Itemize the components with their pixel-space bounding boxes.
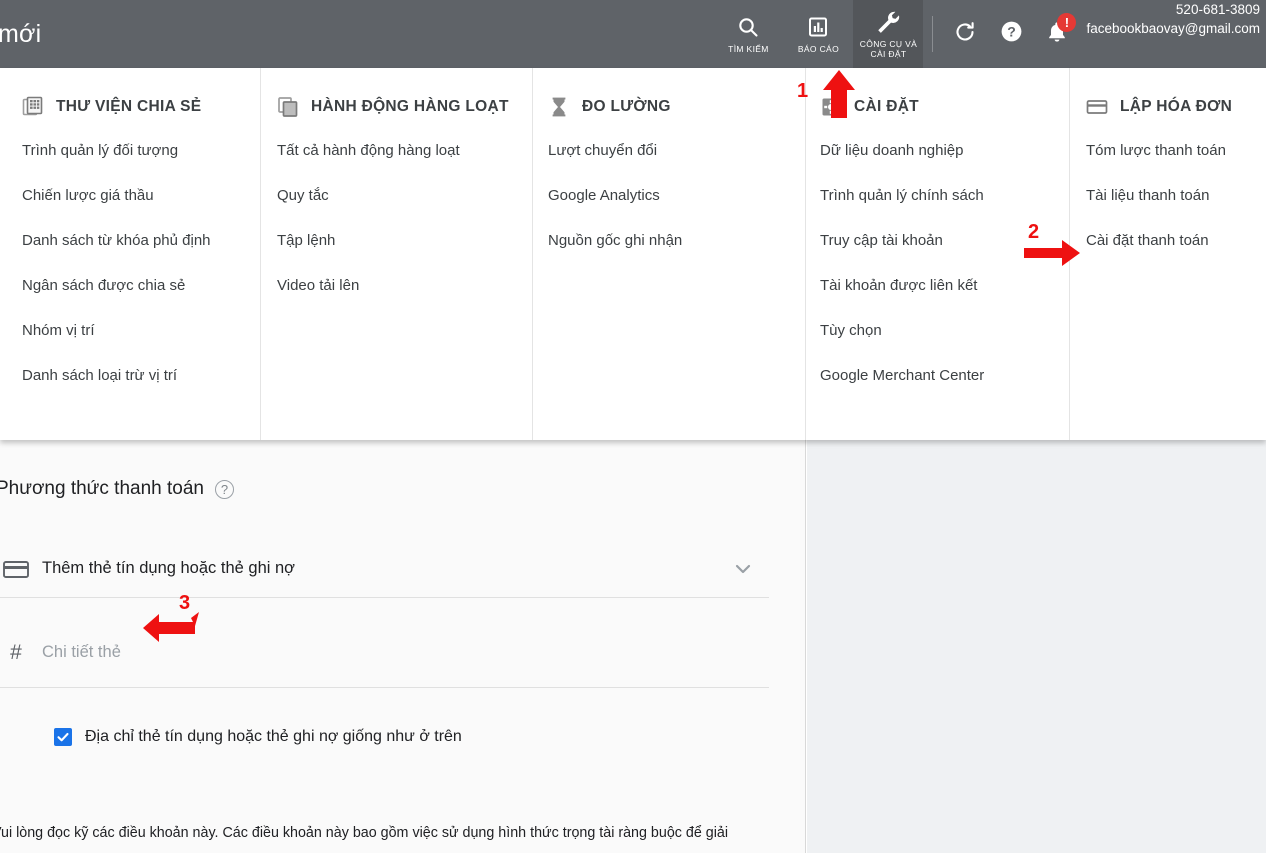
menu-column-heading-label: ĐO LƯỜNG <box>582 98 671 115</box>
notifications-badge: ! <box>1057 13 1077 32</box>
menu-item-negative-keyword-lists[interactable]: Danh sách từ khóa phủ định <box>22 232 261 250</box>
account-email: facebookbaovay@gmail.com <box>1086 21 1260 36</box>
page-content: Phương thức thanh toán ? Thêm thẻ tín dụ… <box>0 440 1266 853</box>
toolbar-divider <box>932 16 934 52</box>
menu-column-heading: THƯ VIỆN CHIA SẺ <box>22 94 261 120</box>
menu-column-heading-label: LẬP HÓA ĐƠN <box>1120 98 1233 115</box>
page-title: mới <box>0 19 42 48</box>
menu-column-heading-label: HÀNH ĐỘNG HÀNG LOẠT <box>311 98 509 115</box>
reports-bar-chart-icon <box>807 14 829 40</box>
wrench-tools-icon <box>875 9 901 35</box>
card-details-row: # <box>0 618 769 688</box>
menu-item-scripts[interactable]: Tập lệnh <box>277 232 533 250</box>
toolbar-item-tools-and-settings[interactable]: CÔNG CỤ VÀ CÀI ĐẶT <box>853 0 924 68</box>
menu-item-account-access[interactable]: Truy cập tài khoản <box>820 232 1070 250</box>
credit-card-icon <box>0 555 42 583</box>
settings-gear-square-icon <box>820 96 842 118</box>
card-details-input[interactable] <box>42 643 769 662</box>
menu-item-preferences[interactable]: Tùy chọn <box>820 322 1070 340</box>
toolbar-item-search-label: TÌM KIẾM <box>728 44 769 54</box>
same-address-checkbox-label: Địa chỉ thẻ tín dụng hoặc thẻ ghi nợ giố… <box>85 728 462 745</box>
chevron-down-icon[interactable] <box>717 558 769 580</box>
menu-column-heading: HÀNH ĐỘNG HÀNG LOẠT <box>277 94 533 120</box>
menu-item-all-bulk-actions[interactable]: Tất cả hành động hàng loạt <box>277 142 533 160</box>
toolbar-item-tools-and-settings-label: CÔNG CỤ VÀ CÀI ĐẶT <box>859 39 918 59</box>
menu-item-google-analytics[interactable]: Google Analytics <box>548 187 806 205</box>
payment-method-title-text: Phương thức thanh toán <box>0 478 204 499</box>
refresh-icon <box>953 20 977 49</box>
side-panel <box>807 440 1266 853</box>
menu-item-location-groups[interactable]: Nhóm vị trí <box>22 322 261 340</box>
account-phone: 520-681-3809 <box>1175 2 1260 17</box>
payment-settings-panel: Phương thức thanh toán ? Thêm thẻ tín dụ… <box>0 440 806 853</box>
menu-item-billing-documents[interactable]: Tài liệu thanh toán <box>1086 187 1266 205</box>
payment-method-section-title: Phương thức thanh toán ? <box>0 478 234 500</box>
same-address-checkbox[interactable] <box>54 728 72 746</box>
top-toolbar: mới TÌM KIẾM BÁO CÁO CÔNG CỤ VÀ CÀI ĐẶT … <box>0 0 1266 68</box>
account-info[interactable]: 520-681-3809 facebookbaovay@gmail.com <box>1086 0 1266 38</box>
help-question-icon[interactable]: ? <box>214 479 234 499</box>
toolbar-item-reports-label: BÁO CÁO <box>797 44 840 54</box>
measurement-hourglass-icon <box>548 96 570 118</box>
menu-column-bulk-actions: HÀNH ĐỘNG HÀNG LOẠT Tất cả hành động hàn… <box>261 68 533 440</box>
menu-item-google-merchant-center[interactable]: Google Merchant Center <box>820 367 1070 385</box>
billing-card-icon <box>1086 96 1108 118</box>
bulk-actions-copy-icon <box>277 96 299 118</box>
svg-text:?: ? <box>1007 23 1016 39</box>
add-credit-card-row[interactable]: Thêm thẻ tín dụng hoặc thẻ ghi nợ <box>0 540 769 598</box>
menu-item-uploaded-videos[interactable]: Video tải lên <box>277 277 533 295</box>
notifications-button[interactable]: ! <box>1034 0 1080 68</box>
menu-item-conversions[interactable]: Lượt chuyển đổi <box>548 142 806 160</box>
menu-item-bid-strategies[interactable]: Chiến lược giá thầu <box>22 187 261 205</box>
menu-item-placement-exclusion-lists[interactable]: Danh sách loại trừ vị trí <box>22 367 261 385</box>
search-icon <box>736 14 760 40</box>
shared-library-grid-icon <box>22 96 44 118</box>
toolbar-item-reports[interactable]: BÁO CÁO <box>783 0 853 68</box>
menu-column-measurement: ĐO LƯỜNG Lượt chuyển đổi Google Analytic… <box>533 68 806 440</box>
menu-column-heading-label: THƯ VIỆN CHIA SẺ <box>56 98 202 115</box>
help-button[interactable]: ? <box>988 0 1034 68</box>
menu-column-heading: ĐO LƯỜNG <box>548 94 806 120</box>
menu-item-shared-budgets[interactable]: Ngân sách được chia sẻ <box>22 277 261 295</box>
help-question-icon: ? <box>999 19 1024 49</box>
toolbar-item-search[interactable]: TÌM KIẾM <box>713 0 783 68</box>
add-credit-card-label: Thêm thẻ tín dụng hoặc thẻ ghi nợ <box>42 559 295 577</box>
menu-column-heading-label: CÀI ĐẶT <box>854 98 919 115</box>
terms-text: Vui lòng đọc kỹ các điều khoản này. Các … <box>0 825 729 841</box>
menu-column-shared-library: THƯ VIỆN CHIA SẺ Trình quản lý đối tượng… <box>0 68 261 440</box>
same-address-checkbox-row[interactable]: Địa chỉ thẻ tín dụng hoặc thẻ ghi nợ giố… <box>54 728 462 746</box>
menu-item-linked-accounts[interactable]: Tài khoản được liên kết <box>820 277 1070 295</box>
toolbar-actions: TÌM KIẾM BÁO CÁO CÔNG CỤ VÀ CÀI ĐẶT ? ! … <box>713 0 1266 68</box>
tools-and-settings-dropdown: THƯ VIỆN CHIA SẺ Trình quản lý đối tượng… <box>0 68 1266 440</box>
menu-column-heading: CÀI ĐẶT <box>820 94 1070 120</box>
menu-item-audience-manager[interactable]: Trình quản lý đối tượng <box>22 142 261 160</box>
menu-item-billing-summary[interactable]: Tóm lược thanh toán <box>1086 142 1266 160</box>
menu-item-policy-manager[interactable]: Trình quản lý chính sách <box>820 187 1070 205</box>
menu-item-business-data[interactable]: Dữ liệu doanh nghiệp <box>820 142 1070 160</box>
menu-item-rules[interactable]: Quy tắc <box>277 187 533 205</box>
menu-column-settings: CÀI ĐẶT Dữ liệu doanh nghiệp Trình quản … <box>806 68 1070 440</box>
menu-column-billing: LẬP HÓA ĐƠN Tóm lược thanh toán Tài liệu… <box>1070 68 1266 440</box>
app-root: mới TÌM KIẾM BÁO CÁO CÔNG CỤ VÀ CÀI ĐẶT … <box>0 0 1266 853</box>
menu-item-billing-settings[interactable]: Cài đặt thanh toán <box>1086 232 1266 250</box>
refresh-button[interactable] <box>942 0 988 68</box>
menu-column-heading: LẬP HÓA ĐƠN <box>1086 94 1266 120</box>
hash-number-icon: # <box>10 640 22 664</box>
menu-item-attribution[interactable]: Nguồn gốc ghi nhận <box>548 232 806 250</box>
